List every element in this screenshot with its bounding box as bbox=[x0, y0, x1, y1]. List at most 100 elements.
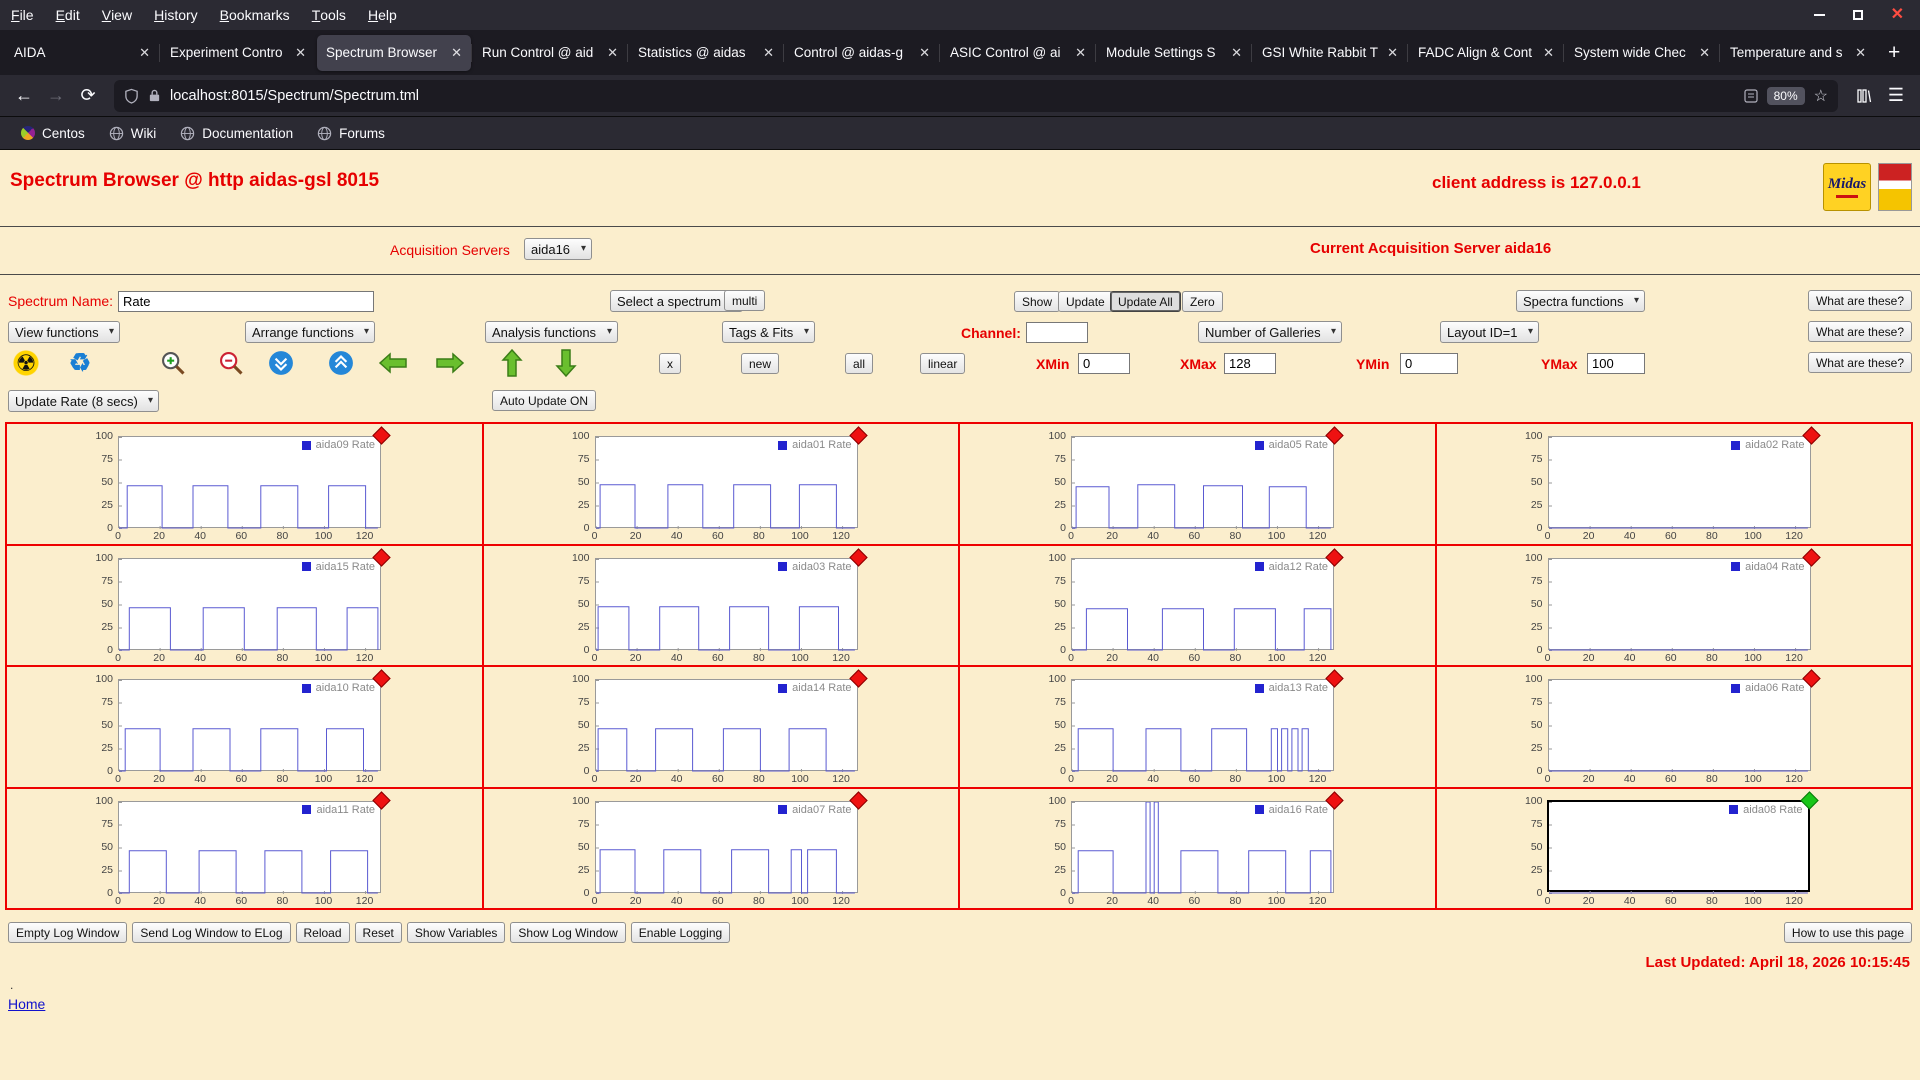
arrange-functions-select[interactable]: Arrange functions bbox=[245, 321, 375, 343]
linear-button[interactable]: linear bbox=[920, 353, 965, 374]
new-tab-button[interactable]: + bbox=[1876, 41, 1912, 65]
arrow-left-icon[interactable] bbox=[375, 347, 411, 379]
multi-button[interactable]: multi bbox=[724, 290, 765, 311]
tab-close-icon[interactable]: ✕ bbox=[1855, 45, 1866, 61]
forward-button[interactable]: → bbox=[40, 81, 72, 111]
lock-icon[interactable] bbox=[148, 88, 161, 103]
tab-close-icon[interactable]: ✕ bbox=[607, 45, 618, 61]
tab-asic-control-ai[interactable]: ASIC Control @ ai✕ bbox=[941, 35, 1095, 71]
tab-close-icon[interactable]: ✕ bbox=[139, 45, 150, 61]
spectrum-plot-aida02[interactable]: aida02 Rate bbox=[1548, 436, 1811, 528]
channel-input[interactable] bbox=[1026, 322, 1088, 343]
acquisition-server-select[interactable]: aida16 bbox=[524, 238, 592, 260]
spectrum-plot-aida14[interactable]: aida14 Rate bbox=[595, 679, 858, 771]
xmax-input[interactable] bbox=[1224, 353, 1276, 374]
spectrum-plot-aida05[interactable]: aida05 Rate bbox=[1071, 436, 1334, 528]
tab-fadc-align-cont[interactable]: FADC Align & Cont✕ bbox=[1409, 35, 1563, 71]
spectrum-plot-aida11[interactable]: aida11 Rate bbox=[118, 801, 381, 893]
menu-file[interactable]: File bbox=[0, 0, 45, 30]
menu-bookmarks[interactable]: Bookmarks bbox=[209, 0, 301, 30]
update-all-button[interactable]: Update All bbox=[1110, 291, 1181, 312]
tab-spectrum-browser[interactable]: Spectrum Browser✕ bbox=[317, 35, 471, 71]
zoom-in-icon[interactable] bbox=[155, 347, 191, 379]
reset-button[interactable]: Reset bbox=[355, 922, 402, 943]
bookmark-wiki[interactable]: Wiki bbox=[100, 123, 166, 144]
arrow-down-icon[interactable] bbox=[548, 347, 584, 379]
maximize-icon[interactable] bbox=[1853, 10, 1863, 20]
spectrum-plot-aida13[interactable]: aida13 Rate bbox=[1071, 679, 1334, 771]
show-button[interactable]: Show bbox=[1014, 291, 1060, 312]
bookmark-centos[interactable]: Centos bbox=[12, 123, 94, 144]
radioactive-icon[interactable]: ☢ bbox=[8, 347, 44, 379]
back-button[interactable]: ← bbox=[8, 81, 40, 111]
tab-close-icon[interactable]: ✕ bbox=[451, 45, 462, 61]
all-button[interactable]: all bbox=[845, 353, 873, 374]
expand-icon[interactable] bbox=[323, 347, 359, 379]
gallery-cell-aida13[interactable]: aida13 Rate0255075100020406080100120 bbox=[960, 667, 1435, 787]
number-of-galleries-select[interactable]: Number of Galleries bbox=[1198, 321, 1342, 343]
tab-close-icon[interactable]: ✕ bbox=[1075, 45, 1086, 61]
refresh-icon[interactable]: ♻ bbox=[62, 347, 98, 379]
send-log-window-to-elog-button[interactable]: Send Log Window to ELog bbox=[132, 922, 290, 943]
ymin-input[interactable] bbox=[1400, 353, 1458, 374]
menu-history[interactable]: History bbox=[143, 0, 209, 30]
new-button[interactable]: new bbox=[741, 353, 779, 374]
gallery-cell-aida12[interactable]: aida12 Rate0255075100020406080100120 bbox=[960, 546, 1435, 666]
xmin-input[interactable] bbox=[1078, 353, 1130, 374]
gallery-cell-aida16[interactable]: aida16 Rate0255075100020406080100120 bbox=[960, 789, 1435, 909]
home-link[interactable]: Home bbox=[8, 996, 45, 1012]
tab-close-icon[interactable]: ✕ bbox=[919, 45, 930, 61]
tab-experiment-contro[interactable]: Experiment Contro✕ bbox=[161, 35, 315, 71]
spectrum-plot-aida01[interactable]: aida01 Rate bbox=[595, 436, 858, 528]
bookmark-documentation[interactable]: Documentation bbox=[171, 123, 302, 144]
minimize-icon[interactable] bbox=[1814, 14, 1825, 16]
spectrum-plot-aida12[interactable]: aida12 Rate bbox=[1071, 558, 1334, 650]
tab-control-aidas-g[interactable]: Control @ aidas-g✕ bbox=[785, 35, 939, 71]
menu-icon[interactable]: ☰ bbox=[1880, 81, 1912, 111]
gallery-cell-aida03[interactable]: aida03 Rate0255075100020406080100120 bbox=[484, 546, 959, 666]
zoom-level-badge[interactable]: 80% bbox=[1767, 87, 1805, 105]
what-are-these-button-2[interactable]: What are these? bbox=[1808, 321, 1912, 342]
tags-fits-select[interactable]: Tags & Fits bbox=[722, 321, 815, 343]
gallery-cell-aida06[interactable]: aida06 Rate0255075100020406080100120 bbox=[1437, 667, 1912, 787]
spectrum-plot-aida03[interactable]: aida03 Rate bbox=[595, 558, 858, 650]
gallery-cell-aida07[interactable]: aida07 Rate0255075100020406080100120 bbox=[484, 789, 959, 909]
tab-close-icon[interactable]: ✕ bbox=[1699, 45, 1710, 61]
gallery-cell-aida02[interactable]: aida02 Rate0255075100020406080100120 bbox=[1437, 424, 1912, 544]
analysis-functions-select[interactable]: Analysis functions bbox=[485, 321, 618, 343]
auto-update-button[interactable]: Auto Update ON bbox=[492, 390, 596, 411]
show-variables-button[interactable]: Show Variables bbox=[407, 922, 506, 943]
tab-close-icon[interactable]: ✕ bbox=[1543, 45, 1554, 61]
tab-system-wide-chec[interactable]: System wide Chec✕ bbox=[1565, 35, 1719, 71]
close-window-icon[interactable]: ✕ bbox=[1891, 7, 1904, 23]
x-button[interactable]: x bbox=[659, 353, 681, 374]
spectrum-plot-aida07[interactable]: aida07 Rate bbox=[595, 801, 858, 893]
gallery-cell-aida14[interactable]: aida14 Rate0255075100020406080100120 bbox=[484, 667, 959, 787]
what-are-these-button-3[interactable]: What are these? bbox=[1808, 352, 1912, 373]
spectrum-name-input[interactable] bbox=[118, 291, 374, 312]
bookmark-forums[interactable]: Forums bbox=[308, 123, 394, 144]
spectrum-plot-aida16[interactable]: aida16 Rate bbox=[1071, 801, 1334, 893]
gallery-cell-aida11[interactable]: aida11 Rate0255075100020406080100120 bbox=[7, 789, 482, 909]
menu-help[interactable]: Help bbox=[357, 0, 408, 30]
enable-logging-button[interactable]: Enable Logging bbox=[631, 922, 730, 943]
gallery-cell-aida05[interactable]: aida05 Rate0255075100020406080100120 bbox=[960, 424, 1435, 544]
zero-button[interactable]: Zero bbox=[1182, 291, 1223, 312]
spectrum-plot-aida09[interactable]: aida09 Rate bbox=[118, 436, 381, 528]
update-button[interactable]: Update bbox=[1058, 291, 1113, 312]
reload-button[interactable]: Reload bbox=[296, 922, 350, 943]
zoom-out-icon[interactable] bbox=[213, 347, 249, 379]
midas-logo[interactable]: Midas bbox=[1823, 163, 1871, 211]
gallery-cell-aida08[interactable]: aida08 Rate0255075100020406080100120 bbox=[1437, 789, 1912, 909]
update-rate-select[interactable]: Update Rate (8 secs) bbox=[8, 390, 159, 412]
gallery-cell-aida10[interactable]: aida10 Rate0255075100020406080100120 bbox=[7, 667, 482, 787]
menu-view[interactable]: View bbox=[91, 0, 143, 30]
spectra-functions-select[interactable]: Spectra functions bbox=[1516, 290, 1645, 312]
show-log-window-button[interactable]: Show Log Window bbox=[510, 922, 625, 943]
url-text[interactable]: localhost:8015/Spectrum/Spectrum.tml bbox=[170, 88, 1735, 104]
url-bar[interactable]: localhost:8015/Spectrum/Spectrum.tml 80%… bbox=[114, 80, 1838, 112]
tab-close-icon[interactable]: ✕ bbox=[763, 45, 774, 61]
empty-log-window-button[interactable]: Empty Log Window bbox=[8, 922, 127, 943]
arrow-right-icon[interactable] bbox=[432, 347, 468, 379]
tab-gsi-white-rabbit-t[interactable]: GSI White Rabbit T✕ bbox=[1253, 35, 1407, 71]
